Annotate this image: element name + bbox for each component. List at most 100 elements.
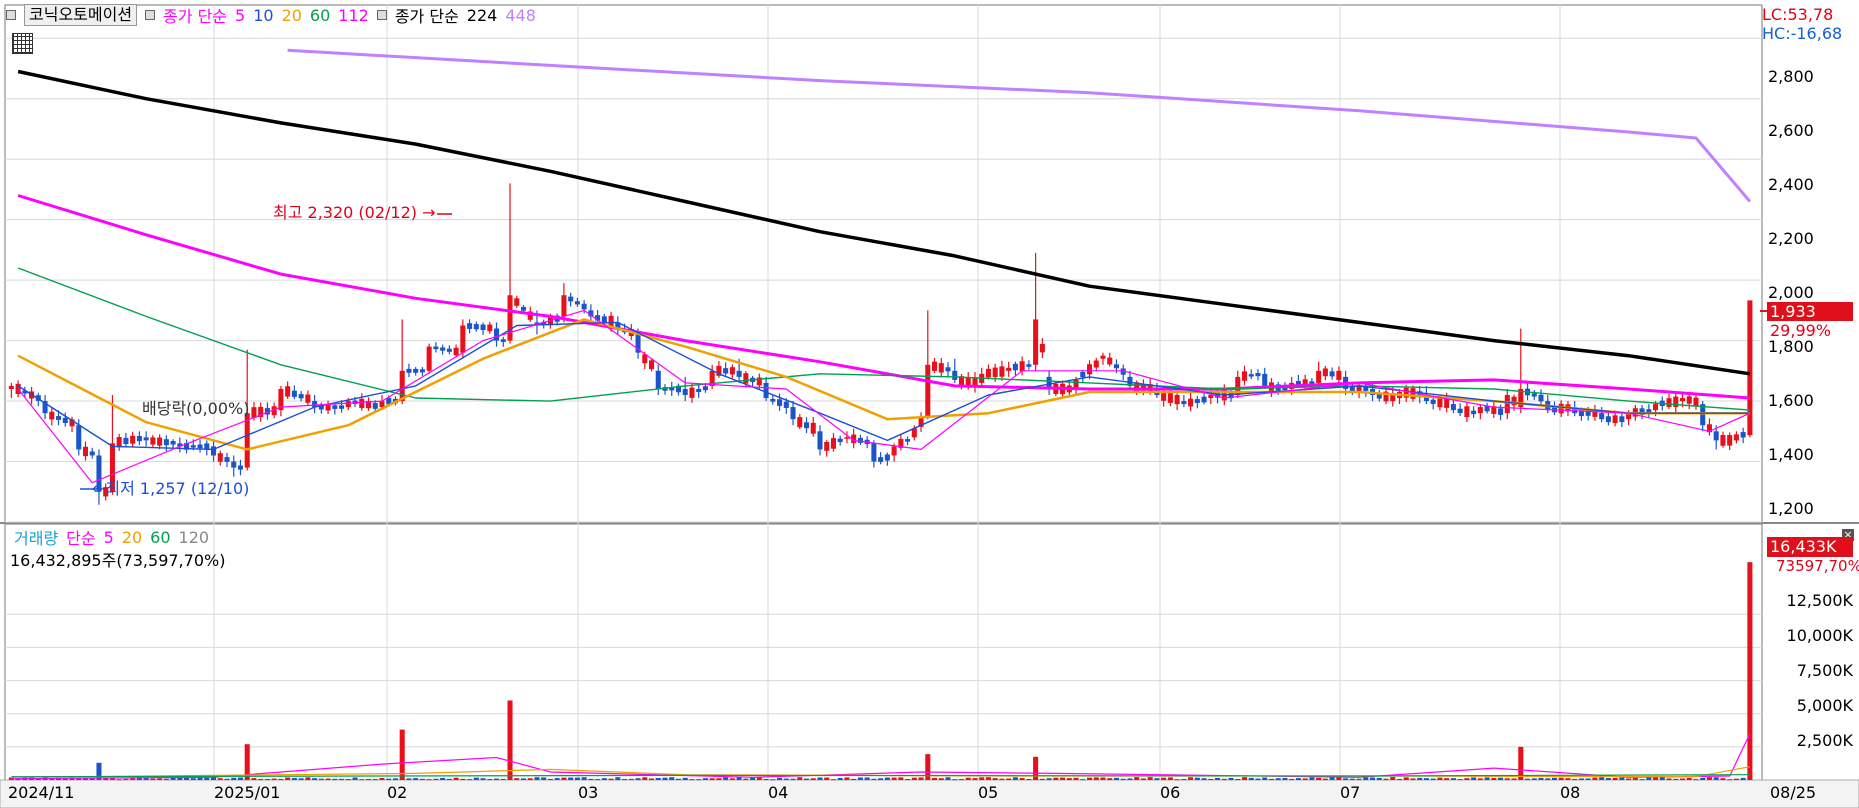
- candle-body: [581, 303, 587, 310]
- hc-label: HC:-16,68: [1762, 24, 1843, 43]
- lc-label: LC:53,78: [1762, 5, 1834, 24]
- candle-body: [1727, 435, 1733, 446]
- volume-ma-120: 120: [178, 527, 210, 547]
- candle-body: [1457, 408, 1463, 414]
- volume-bar: [1046, 778, 1052, 780]
- volume-bar: [359, 779, 365, 781]
- volume-bar: [1174, 779, 1180, 781]
- volume-bar: [972, 778, 978, 780]
- stock-chart-window: 코닉오토메이션 종가 단순 5 10 20 60 112 종가 단순 224 4…: [0, 0, 1859, 808]
- volume-bar: [1086, 777, 1093, 780]
- candle-body: [1531, 393, 1537, 397]
- volume-bar: [803, 778, 810, 780]
- volume-ma-label: 단순: [66, 529, 96, 548]
- candle-body: [790, 407, 796, 420]
- volume-bar: [851, 778, 857, 780]
- volume-bar: [1093, 777, 1099, 780]
- volume-bar: [642, 777, 648, 780]
- legend-toggle-icon[interactable]: [6, 10, 16, 20]
- candle-body: [702, 386, 708, 391]
- volume-bar: [1410, 778, 1416, 780]
- volume-bar: [1370, 777, 1376, 780]
- y-tick-label: 2,000: [1768, 283, 1814, 302]
- volume-bar: [716, 778, 722, 780]
- volume-bar: [1457, 779, 1463, 781]
- volume-bar: [554, 778, 560, 780]
- candle-body: [1194, 399, 1200, 404]
- volume-bar: [520, 778, 527, 780]
- volume-bar: [217, 778, 223, 780]
- volume-bar: [669, 777, 675, 780]
- legend-toggle-icon[interactable]: [376, 10, 387, 20]
- candle-body: [810, 422, 816, 434]
- candle-body: [1006, 367, 1012, 371]
- candle-body: [1693, 397, 1699, 407]
- volume-bar: [1289, 778, 1295, 780]
- volume-bar: [1713, 777, 1719, 780]
- volume-bar: [662, 777, 668, 780]
- volume-bar: [1686, 777, 1692, 780]
- ma-legend-label: 종가 단순: [163, 7, 228, 26]
- volume-bar: [1322, 778, 1328, 780]
- volume-bar: [1653, 777, 1659, 780]
- low-annotation: ←최저 1,257 (12/10): [92, 479, 250, 498]
- candle-body: [82, 446, 89, 457]
- volume-bar: [467, 779, 473, 781]
- volume-bar: [1080, 779, 1086, 781]
- candle-body: [763, 382, 769, 399]
- volume-bar: [440, 777, 446, 780]
- volume-bar: [1194, 777, 1200, 780]
- candle-body: [1181, 401, 1187, 405]
- table-view-icon[interactable]: [12, 33, 33, 54]
- stock-name[interactable]: 코닉오토메이션: [24, 4, 138, 26]
- candle-body: [1174, 394, 1180, 405]
- candle-body: [568, 296, 574, 302]
- volume-bar: [1471, 777, 1477, 780]
- candle-body: [507, 295, 513, 341]
- volume-bar: [251, 778, 257, 780]
- candle-body: [992, 367, 998, 378]
- volume-bar: [857, 777, 863, 780]
- volume-tick-label: 7,500K: [1796, 661, 1853, 680]
- volume-bar: [628, 778, 634, 780]
- volume-bar: [460, 778, 466, 780]
- candle-body: [1248, 374, 1254, 377]
- candle-body: [237, 465, 244, 470]
- x-tick-label: 2024/11: [8, 783, 75, 802]
- candle-body: [1167, 393, 1173, 403]
- volume-bar: [1599, 777, 1605, 780]
- y-tick-label: 2,400: [1768, 175, 1814, 194]
- volume-bar: [568, 777, 574, 780]
- candle-body: [1504, 395, 1510, 414]
- candle-body: [1430, 399, 1436, 404]
- candle-body: [743, 373, 749, 384]
- volume-bar: [608, 778, 614, 780]
- x-tick-label: 2025/01: [214, 783, 281, 802]
- volume-bar: [958, 779, 965, 781]
- candle-body: [824, 441, 830, 451]
- volume-bar: [1356, 778, 1362, 780]
- candle-body: [1666, 398, 1672, 407]
- candle-body: [1679, 398, 1686, 402]
- volume-bar: [790, 778, 796, 780]
- volume-bar: [561, 777, 567, 780]
- volume-bar: [635, 778, 641, 780]
- candle-body: [426, 346, 432, 371]
- candle-body: [803, 422, 810, 429]
- candle-body: [460, 325, 466, 353]
- y-tick-label: 1,400: [1768, 445, 1814, 464]
- volume-bar: [1053, 777, 1059, 780]
- legend-toggle-icon[interactable]: [145, 10, 156, 20]
- candle-body: [56, 416, 62, 420]
- volume-bar: [844, 777, 850, 780]
- volume-bar: [1605, 778, 1611, 780]
- volume-bar: [372, 779, 378, 781]
- volume-bar: [1545, 778, 1551, 780]
- volume-bar: [615, 777, 621, 780]
- candle-body: [1093, 360, 1099, 368]
- volume-bar: [1127, 778, 1133, 780]
- volume-bar: [1241, 777, 1248, 780]
- volume-bar: [622, 779, 628, 781]
- volume-bar: [352, 777, 358, 780]
- volume-bar: [285, 777, 291, 780]
